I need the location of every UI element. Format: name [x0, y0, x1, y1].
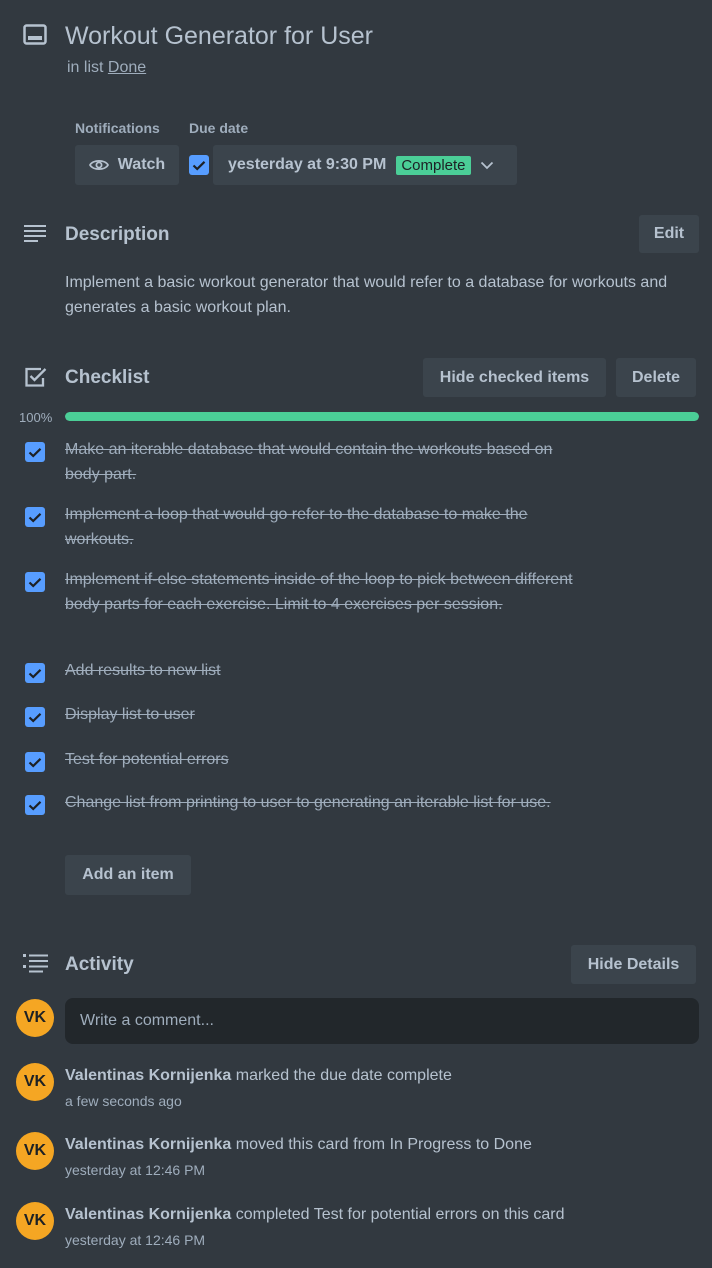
checklist-item-text[interactable]: Test for potential errors — [65, 747, 585, 772]
checklist-item-text[interactable]: Change list from printing to user to gen… — [65, 790, 585, 815]
edit-description-button[interactable]: Edit — [639, 215, 699, 253]
watch-button[interactable]: Watch — [75, 145, 179, 185]
progress-percent: 100% — [19, 410, 53, 425]
card-icon — [23, 24, 47, 46]
description-heading: Description — [65, 224, 170, 245]
checklist-item-checkbox[interactable] — [25, 707, 45, 727]
check-icon — [28, 447, 42, 458]
activity-text: Valentinas Kornijenka completed Test for… — [65, 1206, 565, 1224]
activity-icon — [23, 953, 48, 973]
complete-badge: Complete — [396, 155, 471, 175]
hide-details-button[interactable]: Hide Details — [571, 945, 696, 984]
activity-user[interactable]: Valentinas Kornijenka — [65, 1206, 231, 1223]
checklist-item-checkbox[interactable] — [25, 572, 45, 592]
hide-checked-items-button[interactable]: Hide checked items — [423, 358, 606, 397]
activity-action: moved this card from In Progress to Done — [235, 1136, 532, 1153]
check-icon — [28, 757, 42, 768]
progress-track — [65, 412, 699, 421]
activity-heading: Activity — [65, 954, 134, 975]
due-date-value: yesterday at 9:30 PM — [228, 156, 387, 173]
due-date-button[interactable]: yesterday at 9:30 PM Complete — [213, 145, 517, 185]
check-icon — [28, 577, 42, 588]
checklist-item-text[interactable]: Make an iterable database that would con… — [65, 437, 585, 487]
due-date-label: Due date — [189, 120, 249, 136]
check-icon — [28, 512, 42, 523]
progress-fill — [65, 412, 699, 421]
list-link[interactable]: Done — [108, 59, 146, 76]
avatar[interactable]: VK — [16, 1202, 54, 1240]
checklist-item-checkbox[interactable] — [25, 795, 45, 815]
add-item-button[interactable]: Add an item — [65, 855, 191, 895]
check-icon — [28, 712, 42, 723]
list-info: in list Done — [67, 59, 146, 77]
checklist-item-checkbox[interactable] — [25, 663, 45, 683]
activity-user[interactable]: Valentinas Kornijenka — [65, 1136, 231, 1153]
checklist-heading: Checklist — [65, 367, 150, 388]
watch-label: Watch — [117, 156, 166, 173]
activity-timestamp[interactable]: yesterday at 12:46 PM — [65, 1232, 205, 1248]
activity-timestamp[interactable]: yesterday at 12:46 PM — [65, 1162, 205, 1178]
activity-entry: VK Valentinas Kornijenka moved this card … — [0, 1132, 712, 1182]
checklist-item-checkbox[interactable] — [25, 442, 45, 462]
activity-entry: VK Valentinas Kornijenka marked the due d… — [0, 1063, 712, 1113]
checklist-icon — [24, 366, 48, 388]
activity-action: marked the due date complete — [235, 1067, 452, 1084]
description-icon — [24, 224, 46, 242]
checklist-item-checkbox[interactable] — [25, 752, 45, 772]
checklist-item-text[interactable]: Add results to new list — [65, 658, 585, 683]
description-text[interactable]: Implement a basic workout generator that… — [65, 270, 705, 320]
comment-input[interactable]: Write a comment... — [65, 998, 699, 1044]
checklist-item-checkbox[interactable] — [25, 507, 45, 527]
eye-icon — [88, 158, 109, 172]
checklist-item-text[interactable]: Implement a loop that would go refer to … — [65, 502, 585, 552]
check-icon — [28, 668, 42, 679]
notifications-label: Notifications — [75, 120, 160, 136]
due-complete-checkbox[interactable] — [189, 155, 209, 175]
activity-text: Valentinas Kornijenka moved this card fr… — [65, 1136, 532, 1154]
avatar[interactable]: VK — [16, 1132, 54, 1170]
avatar[interactable]: VK — [16, 1063, 54, 1101]
activity-user[interactable]: Valentinas Kornijenka — [65, 1067, 231, 1084]
chevron-down-icon — [480, 161, 494, 170]
delete-checklist-button[interactable]: Delete — [616, 358, 696, 397]
activity-action: completed Test for potential errors on t… — [235, 1206, 565, 1223]
checklist-item-text[interactable]: Display list to user — [65, 702, 585, 727]
list-prefix: in list — [67, 59, 104, 76]
card-title: Workout Generator for User — [65, 22, 373, 50]
activity-timestamp[interactable]: a few seconds ago — [65, 1093, 182, 1109]
activity-text: Valentinas Kornijenka marked the due dat… — [65, 1067, 452, 1085]
check-icon — [28, 800, 42, 811]
checklist-item-text[interactable]: Implement if-else statements inside of t… — [65, 567, 585, 617]
avatar[interactable]: VK — [16, 999, 54, 1037]
activity-entry: VK Valentinas Kornijenka completed Test f… — [0, 1202, 712, 1252]
